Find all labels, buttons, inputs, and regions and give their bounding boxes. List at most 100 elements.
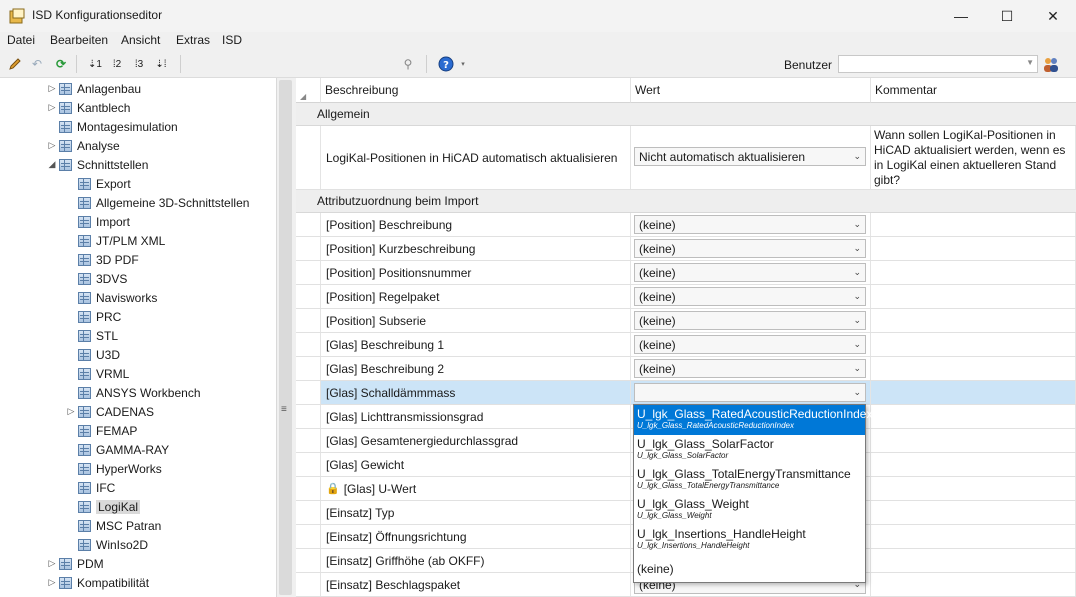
- row-header: [296, 381, 321, 404]
- section-allgemein[interactable]: Allgemein: [296, 103, 1076, 126]
- value-combobox[interactable]: (keine) ⌄: [634, 263, 866, 282]
- property-row[interactable]: [Position] Beschreibung (keine) ⌄: [296, 213, 1076, 237]
- tree-item[interactable]: Export: [64, 174, 131, 193]
- value-combobox[interactable]: (keine) ⌄: [634, 215, 866, 234]
- menu-datei[interactable]: Datei: [7, 33, 35, 47]
- value-combobox[interactable]: (keine) ⌄: [634, 335, 866, 354]
- option-sublabel: U_lgk_Glass_RatedAcousticReductionIndex: [637, 421, 794, 430]
- menu-isd[interactable]: ISD: [222, 33, 242, 47]
- tree-item[interactable]: STL: [64, 326, 118, 345]
- undo-icon[interactable]: ↶: [28, 54, 46, 74]
- value-text: (keine): [639, 289, 676, 304]
- expand-all-icon[interactable]: ⇣⁞: [152, 54, 170, 74]
- tree-scrollbar-thumb[interactable]: [279, 80, 292, 595]
- property-label: [Glas] Lichttransmissionsgrad: [326, 409, 484, 424]
- close-button[interactable]: ✕: [1030, 0, 1076, 32]
- expander-icon[interactable]: ▷: [45, 102, 59, 113]
- property-row[interactable]: [Glas] Schalldämmmass ⌄: [296, 381, 1076, 405]
- header-kommentar[interactable]: Kommentar: [871, 78, 1076, 103]
- tree-item[interactable]: FEMAP: [64, 421, 137, 440]
- tree-item[interactable]: U3D: [64, 345, 120, 364]
- expander-icon[interactable]: ▷: [45, 83, 59, 94]
- tree-item[interactable]: JT/PLM XML: [64, 231, 165, 250]
- help-icon[interactable]: ?: [436, 54, 456, 74]
- tree-item[interactable]: WinIso2D: [64, 535, 148, 554]
- expander-icon[interactable]: ▷: [45, 577, 59, 588]
- tree-item[interactable]: PRC: [64, 307, 121, 326]
- dropdown-option[interactable]: U_lgk_Insertions_HandleHeight U_lgk_Inser…: [634, 525, 865, 555]
- refresh-icon[interactable]: ⟳: [52, 54, 70, 74]
- level-3-icon[interactable]: ⁞3: [130, 54, 148, 74]
- benutzer-combobox[interactable]: ▼: [838, 55, 1038, 73]
- menu-bearbeiten[interactable]: Bearbeiten: [50, 33, 108, 47]
- level-1-icon[interactable]: ⇣1: [86, 54, 104, 74]
- dropdown-option[interactable]: U_lgk_Glass_TotalEnergyTransmittance U_lg…: [634, 465, 865, 495]
- tree-item[interactable]: ▷ PDM: [45, 554, 104, 573]
- section-attributzuordnung[interactable]: Attributzuordnung beim Import: [296, 190, 1076, 213]
- property-label: [Glas] Gewicht: [326, 457, 405, 472]
- tree-item[interactable]: GAMMA-RAY: [64, 440, 169, 459]
- tree-item[interactable]: ▷ Kantblech: [45, 98, 131, 117]
- comment-cell: [871, 429, 1076, 452]
- attribute-dropdown-list[interactable]: U_lgk_Glass_RatedAcousticReductionIndex U…: [633, 404, 872, 585]
- tree-item[interactable]: Import: [64, 212, 130, 231]
- tree-item-label: Analyse: [77, 138, 120, 153]
- tree-item[interactable]: ▷ Anlagenbau: [45, 79, 142, 98]
- value-combobox[interactable]: ⌄: [634, 383, 866, 402]
- header-beschreibung[interactable]: Beschreibung: [321, 78, 631, 103]
- tree-item[interactable]: ▷ Kompatibilität: [45, 573, 150, 592]
- value-combobox[interactable]: (keine) ⌄: [634, 287, 866, 306]
- expander-icon[interactable]: ◢: [45, 159, 59, 170]
- tree-item[interactable]: ▷ CADENAS: [64, 402, 154, 421]
- tree-item[interactable]: VRML: [64, 364, 129, 383]
- tree-item[interactable]: LogiKal: [64, 497, 141, 516]
- logikal-row[interactable]: LogiKal-Positionen in HiCAD automatisch …: [296, 126, 1076, 190]
- value-combobox[interactable]: (keine) ⌄: [634, 311, 866, 330]
- property-row[interactable]: [Position] Kurzbeschreibung (keine) ⌄: [296, 237, 1076, 261]
- menu-extras[interactable]: Extras: [176, 33, 210, 47]
- value-combobox[interactable]: (keine) ⌄: [634, 239, 866, 258]
- header-wert[interactable]: Wert: [631, 78, 871, 103]
- tree-item[interactable]: IFC: [64, 478, 115, 497]
- expander-icon[interactable]: ▷: [64, 406, 78, 417]
- expander-icon[interactable]: ▷: [45, 558, 59, 569]
- tree-item-label: Anlagenbau: [77, 81, 142, 96]
- tree-scrollbar[interactable]: [277, 78, 294, 597]
- property-row[interactable]: [Position] Positionsnummer (keine) ⌄: [296, 261, 1076, 285]
- property-row[interactable]: [Position] Regelpaket (keine) ⌄: [296, 285, 1076, 309]
- level-2-icon[interactable]: ⁞2: [108, 54, 126, 74]
- settings-table-icon: [78, 234, 91, 247]
- edit-pencil-icon[interactable]: [6, 54, 24, 74]
- menu-ansicht[interactable]: Ansicht: [121, 33, 160, 47]
- logikal-value-combobox[interactable]: Nicht automatisch aktualisieren ⌄: [634, 147, 866, 166]
- tree-item[interactable]: 3DVS: [64, 269, 127, 288]
- users-icon[interactable]: [1042, 55, 1060, 73]
- dropdown-option[interactable]: (keine): [634, 555, 865, 585]
- property-row[interactable]: [Glas] Beschreibung 2 (keine) ⌄: [296, 357, 1076, 381]
- tree-item[interactable]: ▷ Analyse: [45, 136, 120, 155]
- expander-icon[interactable]: ▷: [45, 140, 59, 151]
- chevron-down-icon: ⌄: [853, 339, 861, 349]
- dropdown-option[interactable]: U_lgk_Glass_Weight U_lgk_Glass_Weight: [634, 495, 865, 525]
- settings-table-icon: [78, 196, 91, 209]
- binoculars-icon[interactable]: ⚲: [398, 54, 418, 74]
- tree-item[interactable]: Allgemeine 3D-Schnittstellen: [64, 193, 249, 212]
- dropdown-option[interactable]: U_lgk_Glass_SolarFactor U_lgk_Glass_Solar…: [634, 435, 865, 465]
- maximize-button[interactable]: ☐: [984, 0, 1030, 32]
- help-dropdown-icon[interactable]: ▾: [458, 54, 468, 74]
- tree-item[interactable]: HyperWorks: [64, 459, 162, 478]
- tree-item[interactable]: ◢ Schnittstellen: [45, 155, 149, 174]
- row-header: [296, 261, 321, 284]
- minimize-button[interactable]: —: [938, 0, 984, 32]
- property-row[interactable]: [Position] Subserie (keine) ⌄: [296, 309, 1076, 333]
- tree-item[interactable]: MSC Patran: [64, 516, 161, 535]
- value-combobox[interactable]: (keine) ⌄: [634, 359, 866, 378]
- tree-item[interactable]: Navisworks: [64, 288, 157, 307]
- settings-table-icon: [78, 291, 91, 304]
- tree-item[interactable]: Montagesimulation: [45, 117, 178, 136]
- property-row[interactable]: [Glas] Beschreibung 1 (keine) ⌄: [296, 333, 1076, 357]
- tree-item[interactable]: ANSYS Workbench: [64, 383, 201, 402]
- tree-item[interactable]: 3D PDF: [64, 250, 139, 269]
- splitter-grip-icon[interactable]: ≡: [281, 404, 287, 415]
- dropdown-option[interactable]: U_lgk_Glass_RatedAcousticReductionIndex U…: [634, 405, 872, 435]
